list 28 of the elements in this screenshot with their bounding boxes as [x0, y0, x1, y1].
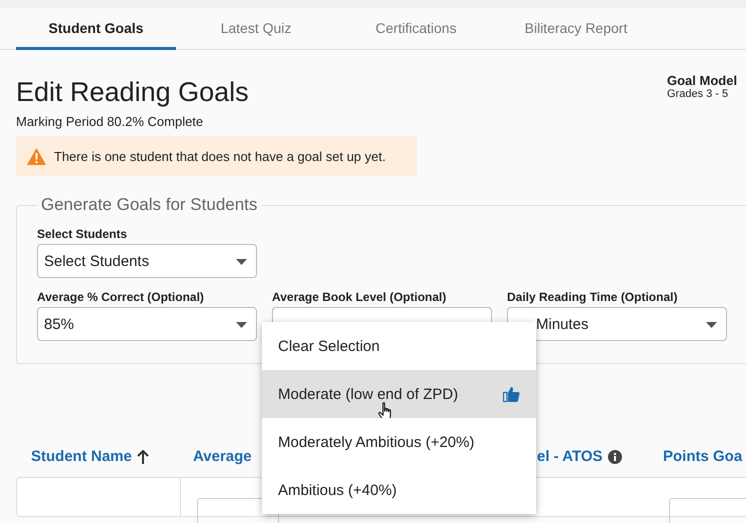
tab[interactable]: Biliteracy Report	[496, 8, 656, 50]
tab[interactable]: Latest Quiz	[176, 8, 336, 50]
menu-option[interactable]: Ambitious (+40%)	[262, 466, 536, 514]
input-field[interactable]	[669, 498, 746, 523]
field-label: Select Students	[37, 227, 128, 241]
grades-text: Grades 3 - 5	[667, 88, 730, 100]
select-field[interactable]: 85%	[37, 307, 257, 341]
select-field[interactable]: Select Students	[37, 244, 257, 278]
menu-option[interactable]: Clear Selection	[262, 322, 536, 370]
tab[interactable]: Student Goals	[16, 8, 176, 50]
column-header[interactable]: Student Name	[31, 448, 193, 465]
column-header[interactable]: Points Goa	[663, 448, 746, 465]
field-label: Average % Correct (Optional)	[37, 290, 205, 304]
menu-option[interactable]: Moderate (low end of ZPD)	[262, 370, 536, 418]
menu-option[interactable]: Moderately Ambitious (+20%)	[262, 418, 536, 466]
goal-model-title: Goal Model	[667, 73, 738, 88]
field-label: Daily Reading Time (Optional)	[507, 290, 678, 304]
alert-text: There is one student that does not have a goal set up yet.	[54, 148, 386, 164]
caret-icon	[236, 259, 247, 265]
select-field[interactable]: Minutes	[507, 307, 727, 341]
caret-icon	[706, 322, 717, 328]
caret-icon	[236, 322, 247, 328]
warning-icon	[27, 148, 46, 164]
page-title: Edit Reading Goals	[16, 76, 250, 108]
progress-text: Marking Period 80.2% Complete	[16, 114, 204, 129]
tab[interactable]: Certifications	[336, 8, 496, 50]
panel-legend: Generate Goals for Students	[37, 195, 262, 215]
field-label: Average Book Level (Optional)	[272, 290, 448, 304]
